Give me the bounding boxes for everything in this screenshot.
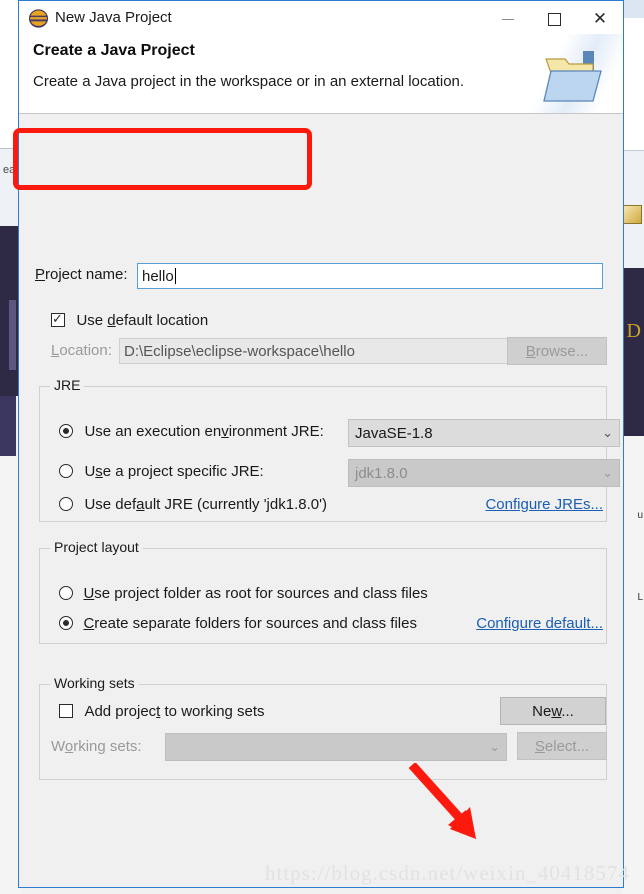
background-right-ghost-text-1: u xyxy=(637,510,643,521)
location-label: Location: xyxy=(51,342,112,359)
location-value: D:\Eclipse\eclipse-workspace\hello xyxy=(124,343,355,360)
jre-default-radio[interactable] xyxy=(59,497,73,511)
browse-button: Browse... xyxy=(507,337,607,365)
background-left-strip xyxy=(9,300,16,370)
select-working-set-button: Select... xyxy=(517,732,607,760)
jre-project-specific-value: jdk1.8.0 xyxy=(355,464,408,482)
jre-default-row[interactable]: Use default JRE (currently 'jdk1.8.0') xyxy=(59,496,327,514)
eclipse-sphere-icon xyxy=(29,9,48,28)
configure-jres-link[interactable]: Configure JREs... xyxy=(485,496,603,513)
new-working-set-button[interactable]: New... xyxy=(500,697,606,725)
minimize-button[interactable] xyxy=(485,1,531,37)
working-sets-label-wrap: Working sets: xyxy=(51,738,142,756)
jre-exec-env-value: JavaSE-1.8 xyxy=(355,424,433,442)
maximize-button[interactable] xyxy=(531,1,577,37)
jre-project-specific-radio[interactable] xyxy=(59,464,73,478)
jre-exec-env-radio[interactable] xyxy=(59,424,73,438)
background-right-dark-panel xyxy=(622,268,644,436)
background-right-glyph: D xyxy=(626,320,641,342)
chevron-down-icon-disabled: ⌄ xyxy=(602,465,613,480)
jre-exec-env-row[interactable]: Use an execution environment JRE: xyxy=(59,423,324,441)
jre-project-specific-combo: jdk1.8.0 ⌄ xyxy=(348,459,620,487)
add-to-working-sets-label: Add project to working sets xyxy=(84,703,265,720)
add-to-working-sets-checkbox[interactable] xyxy=(59,704,73,718)
add-to-working-sets-row[interactable]: Add project to working sets xyxy=(59,703,265,721)
working-sets-label: Working sets: xyxy=(51,738,142,755)
background-left-dark-panel-2 xyxy=(0,396,16,456)
new-java-project-dialog: New Java Project ✕ Create a Java Project… xyxy=(18,0,624,888)
jre-project-specific-label: Use a project specific JRE: xyxy=(84,463,264,480)
background-right-ghost-text-2: L xyxy=(637,592,643,603)
project-name-label: Project name: xyxy=(35,266,128,283)
chevron-down-icon: ⌄ xyxy=(602,425,613,440)
location-input: D:\Eclipse\eclipse-workspace\hello xyxy=(119,338,521,364)
use-default-location-checkbox[interactable] xyxy=(51,310,65,328)
layout-separate-radio[interactable] xyxy=(59,616,73,630)
jre-exec-env-combo[interactable]: JavaSE-1.8 ⌄ xyxy=(348,419,620,447)
dialog-title: New Java Project xyxy=(55,9,172,26)
layout-root-row[interactable]: Use project folder as root for sources a… xyxy=(59,585,428,603)
background-right-toolbar-icon xyxy=(623,205,642,224)
use-default-location-label: Use default location xyxy=(76,312,209,329)
layout-separate-label: Create separate folders for sources and … xyxy=(83,615,417,632)
layout-separate-row[interactable]: Create separate folders for sources and … xyxy=(59,615,417,633)
project-name-label-wrap: Project name: xyxy=(35,266,128,284)
window-controls: ✕ xyxy=(485,1,623,37)
jre-default-label: Use default JRE (currently 'jdk1.8.0') xyxy=(84,496,327,513)
use-default-location-row[interactable]: Use default location xyxy=(51,310,209,330)
location-label-wrap: Location: xyxy=(51,342,112,360)
new-working-set-label: New... xyxy=(532,702,574,720)
select-working-set-label: Select... xyxy=(534,737,590,755)
jre-group-title: JRE xyxy=(50,377,85,393)
background-right-lower xyxy=(622,436,644,894)
working-sets-combo: ⌄ xyxy=(165,733,507,761)
layout-root-label: Use project folder as root for sources a… xyxy=(83,585,428,602)
dialog-header: Create a Java Project Create a Java proj… xyxy=(19,34,623,114)
page-title: Create a Java Project xyxy=(33,42,195,59)
layout-root-radio[interactable] xyxy=(59,586,73,600)
close-button[interactable]: ✕ xyxy=(577,1,623,37)
watermark-text: https://blog.csdn.net/weixin_40418574 xyxy=(265,861,630,885)
working-sets-group-title: Working sets xyxy=(50,675,139,691)
background-right-white xyxy=(622,18,644,150)
screenshot-root: ea D u L New Java Project ✕ Create a Jav… xyxy=(0,0,644,894)
project-name-input[interactable]: hello xyxy=(137,263,603,289)
chevron-down-icon-working-sets: ⌄ xyxy=(489,739,500,754)
jre-project-specific-row[interactable]: Use a project specific JRE: xyxy=(59,463,264,481)
dialog-titlebar: New Java Project ✕ xyxy=(19,1,623,37)
new-java-project-folder-icon xyxy=(543,49,605,112)
project-name-value: hello xyxy=(142,268,174,285)
project-layout-group-title: Project layout xyxy=(50,539,143,555)
jre-exec-env-label: Use an execution environment JRE: xyxy=(84,423,324,440)
configure-default-link[interactable]: Configure default... xyxy=(476,615,603,632)
background-right-top xyxy=(622,0,644,18)
text-caret xyxy=(174,268,176,284)
page-subtitle: Create a Java project in the workspace o… xyxy=(33,73,465,90)
browse-button-label: Browse... xyxy=(525,342,589,360)
